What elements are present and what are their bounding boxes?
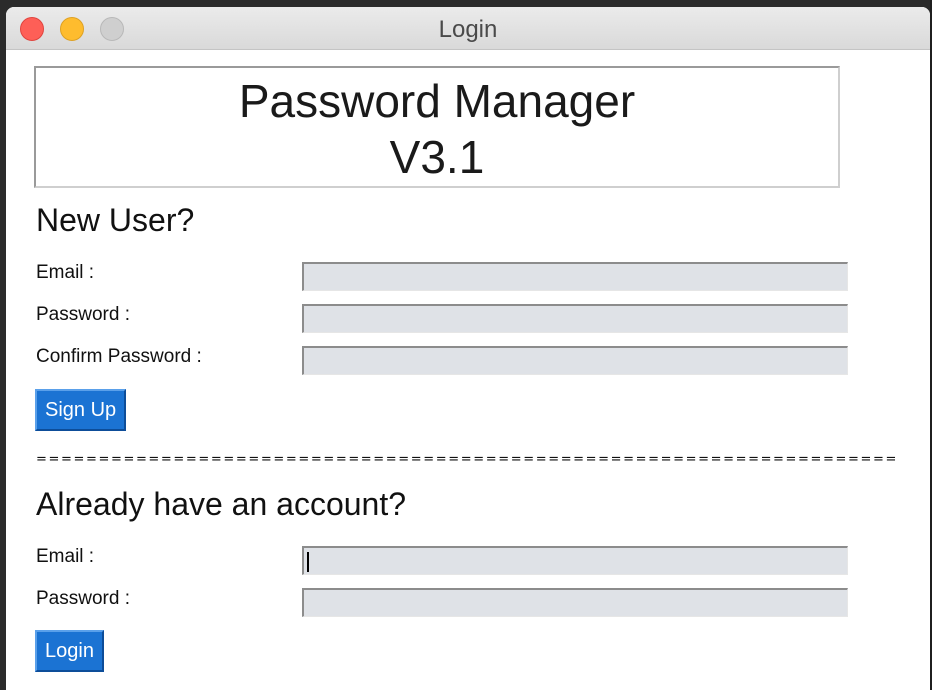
signup-heading: New User? [36, 202, 195, 238]
signup-confirm-password-label: Confirm Password : [36, 346, 202, 367]
signup-password-label: Password : [36, 304, 130, 325]
login-button[interactable]: Login [35, 630, 104, 672]
text-cursor [307, 552, 309, 572]
app-version: V3.1 [389, 131, 485, 183]
signup-confirm-password-field[interactable] [302, 346, 848, 375]
signup-email-label: Email : [36, 262, 95, 283]
sign-up-button[interactable]: Sign Up [35, 389, 127, 431]
login-email-field[interactable] [302, 546, 848, 575]
section-divider: ========================================… [36, 452, 896, 467]
login-password-field[interactable] [302, 588, 848, 617]
app-name: Password Manager [238, 75, 636, 127]
login-heading: Already have an account? [36, 486, 407, 522]
signup-email-field[interactable] [302, 262, 848, 291]
login-password-label: Password : [36, 588, 130, 609]
title-bar[interactable]: Login [6, 7, 930, 50]
signup-password-field[interactable] [302, 304, 848, 333]
login-email-label: Email : [36, 546, 95, 567]
app-header: Password Manager V3.1 [34, 66, 840, 188]
login-window: Login Password Manager V3.1 New User? Em… [6, 7, 930, 690]
window-title: Login [438, 16, 498, 43]
login-form-panel: Password Manager V3.1 New User? Email : … [6, 50, 930, 690]
